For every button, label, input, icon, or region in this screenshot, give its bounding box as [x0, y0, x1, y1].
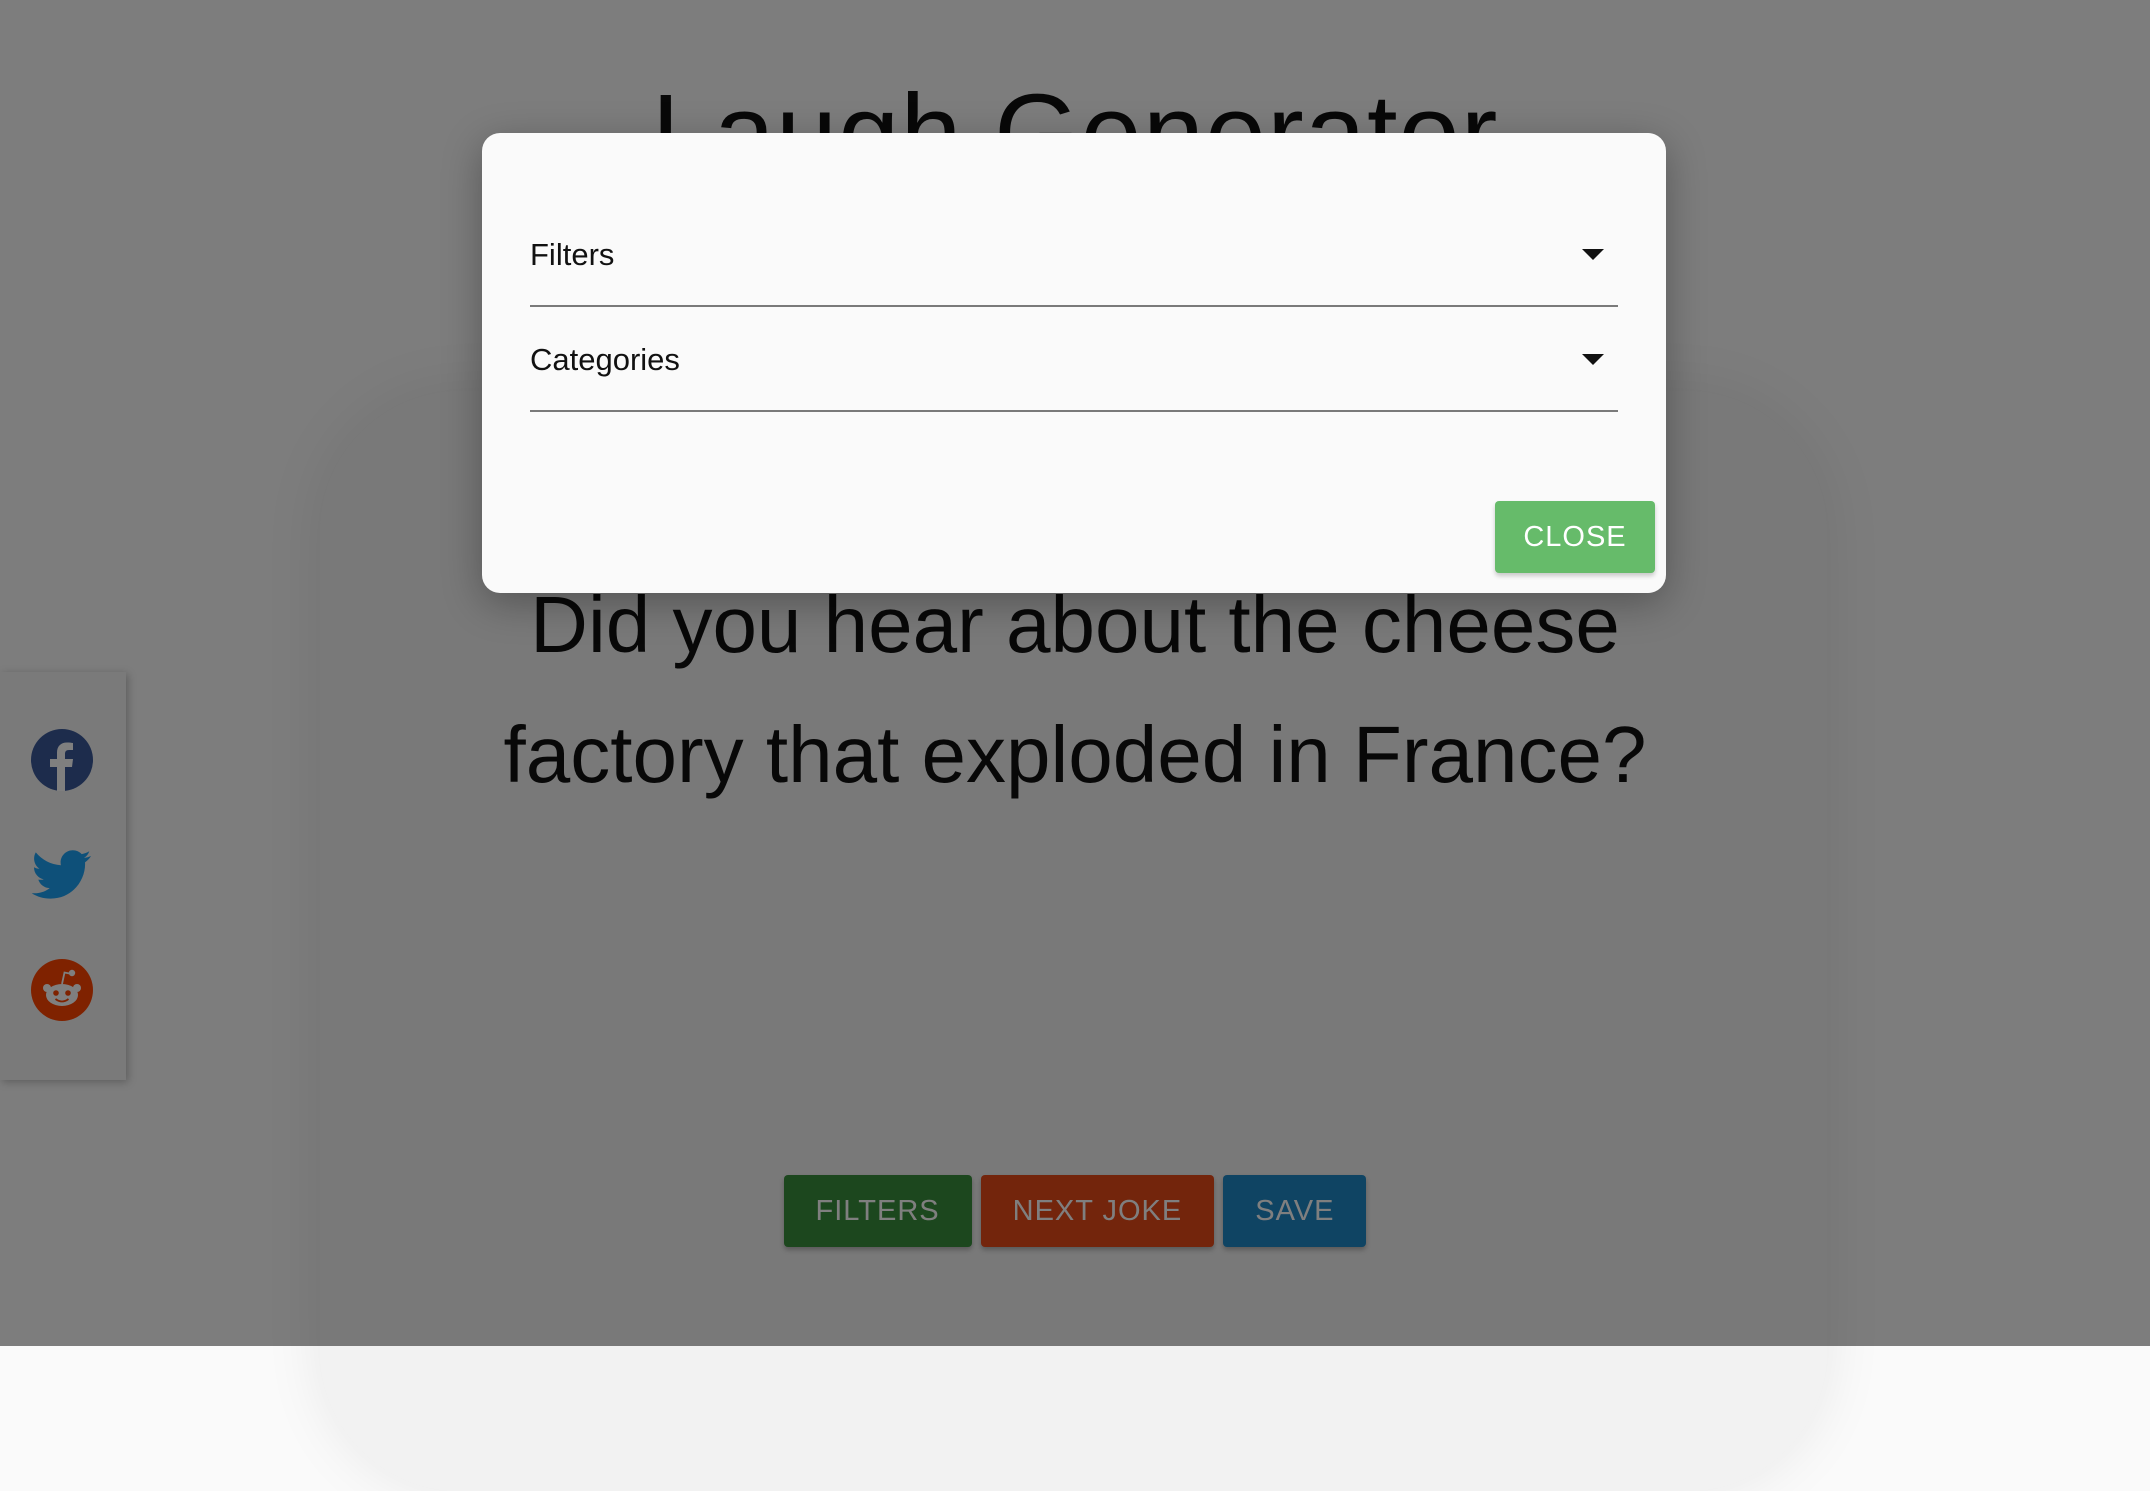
filters-select-label: Filters	[530, 237, 615, 272]
chevron-down-icon	[1582, 354, 1604, 365]
close-button[interactable]: CLOSE	[1495, 501, 1655, 573]
categories-select[interactable]: Categories	[530, 338, 1618, 412]
filters-select[interactable]: Filters	[530, 233, 1618, 307]
filters-dialog: Filters Categories CLOSE	[482, 133, 1666, 593]
chevron-down-icon	[1582, 249, 1604, 260]
categories-select-label: Categories	[530, 342, 680, 377]
